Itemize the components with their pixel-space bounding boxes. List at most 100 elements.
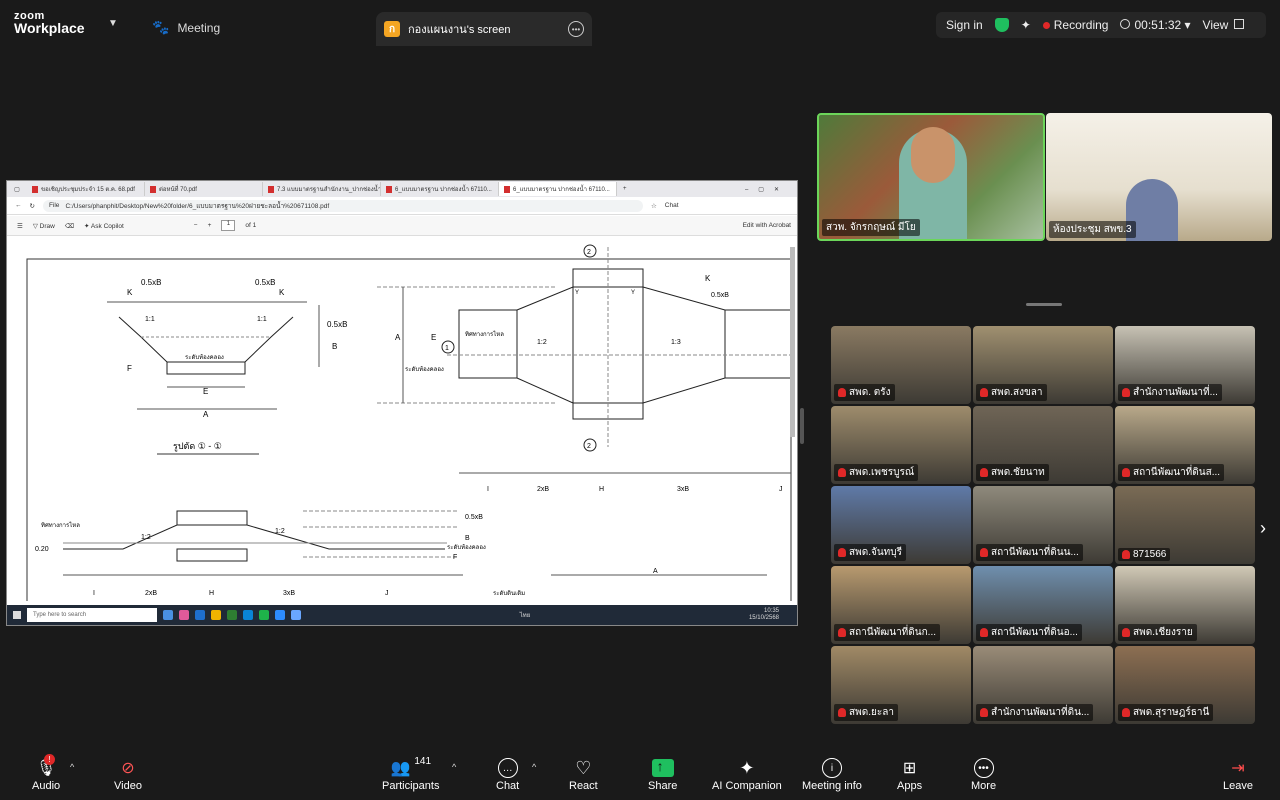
browser-tab-active[interactable]: 6_แบบมาตรฐาน ปากช่องน้ำ 67110...: [499, 182, 617, 196]
meeting-timer[interactable]: 00:51:32 ▾: [1120, 18, 1191, 32]
video-tile-participant[interactable]: สถานีพัฒนาที่ดินส...: [1115, 406, 1255, 484]
audio-button[interactable]: 🎙! Audio: [32, 754, 60, 798]
recording-indicator[interactable]: Recording: [1042, 18, 1109, 32]
line-icon[interactable]: [259, 610, 269, 620]
more-button[interactable]: ••• More: [971, 756, 996, 798]
participant-name: สวพ. จักรกฤษณ์ มีโย: [822, 219, 920, 236]
pdf-document-view[interactable]: 0.5xB 0.5xB K K 1:1 1:1 0.5xB B ระดับท้อ…: [7, 237, 797, 610]
participant-name-text: สำนักงานพัฒนาที่...: [1133, 387, 1218, 398]
page-input[interactable]: 1: [221, 220, 236, 231]
tab-label: 6_แบบมาตรฐาน ปากช่องน้ำ 67110...: [513, 187, 610, 193]
language-indicator[interactable]: ไทย: [520, 610, 531, 620]
pdf-icon: [504, 185, 510, 193]
participant-name-text: สพด.ยะลา: [849, 707, 894, 718]
outlook-icon[interactable]: [195, 610, 205, 620]
video-tile-participant[interactable]: สถานีพัฒนาที่ดินน...: [973, 486, 1113, 564]
zoom-in-icon[interactable]: +: [208, 222, 212, 229]
browser-tab[interactable]: ต่อหน้ที่ 70.pdf: [145, 182, 263, 196]
share-button[interactable]: Share: [648, 756, 677, 798]
zoom-out-icon[interactable]: −: [194, 222, 198, 229]
recording-label: Recording: [1053, 18, 1109, 32]
chevron-down-icon[interactable]: ▼: [108, 18, 118, 29]
window-controls[interactable]: –▢✕: [745, 186, 797, 193]
video-tile-participant[interactable]: สพด.ชัยนาท: [973, 406, 1113, 484]
copilot-icon[interactable]: [179, 610, 189, 620]
participants-options-chevron-icon[interactable]: ^: [452, 762, 456, 772]
back-icon[interactable]: ←: [15, 202, 22, 209]
video-tile-participant[interactable]: สพด.สุราษฎร์ธานี: [1115, 646, 1255, 724]
apps-button[interactable]: ⊞ Apps: [897, 756, 922, 798]
participants-button[interactable]: 👥 141 Participants: [382, 756, 439, 798]
next-page-chevron-icon[interactable]: ›: [1260, 518, 1266, 539]
video-tile-participant[interactable]: สพด.เพชรบูรณ์: [831, 406, 971, 484]
video-tile-participant[interactable]: สพด.จันทบุรี: [831, 486, 971, 564]
video-tile-participant[interactable]: สพด. ตรัง: [831, 326, 971, 404]
taskbar-search-input[interactable]: Type here to search: [27, 608, 157, 622]
edge-icon[interactable]: [243, 610, 253, 620]
muted-mic-icon: [980, 708, 988, 717]
resize-handle[interactable]: [800, 408, 804, 444]
leave-button[interactable]: ⇥ Leave: [1223, 756, 1253, 798]
tab-actions-icon[interactable]: ▢: [7, 186, 27, 193]
plan-label-e: E: [431, 333, 436, 342]
video-tile-participant[interactable]: สำนักงานพัฒนาที่...: [1115, 326, 1255, 404]
refresh-icon[interactable]: ↻: [30, 202, 35, 210]
video-button[interactable]: ⊘ Video: [114, 756, 142, 798]
explorer-icon[interactable]: [211, 610, 221, 620]
long-b: B: [465, 535, 470, 542]
browser-tab[interactable]: 7.3 แบบมาตรฐานสำนักงาน_ปากช่องน้ำ 67110.…: [263, 182, 381, 196]
label-k-2: K: [279, 288, 285, 297]
long-canal-bed: ระดับท้องคลอง: [447, 544, 486, 551]
sparkle-icon[interactable]: ✦: [1021, 18, 1031, 32]
ai-companion-button[interactable]: ✦ AI Companion: [712, 756, 782, 798]
windows-start-icon[interactable]: [13, 611, 21, 619]
sharer-avatar: ก: [384, 21, 400, 37]
eraser-icon[interactable]: ⌫: [65, 222, 74, 230]
more-options-icon[interactable]: •••: [568, 21, 584, 37]
sign-in-button[interactable]: Sign in: [946, 18, 983, 32]
video-tile-participant[interactable]: สพด.ยะลา: [831, 646, 971, 724]
draw-tool[interactable]: ▽ Draw: [33, 222, 55, 230]
zoom-app-icon[interactable]: [275, 610, 285, 620]
photos-icon[interactable]: [291, 610, 301, 620]
video-tile-participant[interactable]: 871566: [1115, 486, 1255, 564]
logo-line2: Workplace: [14, 20, 85, 36]
list-icon[interactable]: ☰: [17, 222, 23, 230]
taskview-icon[interactable]: [163, 610, 173, 620]
chat-options-chevron-icon[interactable]: ^: [532, 762, 536, 772]
gallery-separator[interactable]: [1026, 303, 1062, 306]
video-tile-participant[interactable]: สพด.สงขลา: [973, 326, 1113, 404]
meeting-tab[interactable]: 🐾 Meeting: [152, 19, 220, 36]
video-tile-participant[interactable]: สพด.เชียงราย: [1115, 566, 1255, 644]
excel-icon[interactable]: [227, 610, 237, 620]
video-tile-speaker[interactable]: สวพ. จักรกฤษณ์ มีโย: [817, 113, 1045, 241]
view-button[interactable]: View: [1203, 18, 1245, 32]
video-tile-participant[interactable]: สำนักงานพัฒนาที่ดิน...: [973, 646, 1113, 724]
participant-name-text: สำนักงานพัฒนาที่ดิน...: [991, 707, 1090, 718]
copilot-button[interactable]: ✦ Ask Copilot: [84, 222, 124, 230]
taskbar-clock[interactable]: 10:35 15/10/2568: [749, 608, 779, 622]
browser-tab[interactable]: 6_แบบมาตรฐาน ปากช่องน้ำ 67110...: [381, 182, 499, 196]
browser-tab[interactable]: ขอเชิญประชุมประจำ 15 ต.ค. 68.pdf: [27, 182, 145, 196]
tab-label: 6_แบบมาตรฐาน ปากช่องน้ำ 67110...: [395, 187, 492, 193]
security-shield-icon[interactable]: [994, 18, 1009, 32]
star-icon[interactable]: ☆: [651, 202, 657, 210]
chat-button[interactable]: Chat: [665, 202, 679, 209]
video-tile-participant[interactable]: สถานีพัฒนาที่ดินอ...: [973, 566, 1113, 644]
react-button[interactable]: ♡ React: [569, 756, 598, 798]
more-label: More: [971, 780, 997, 792]
zoom-logo[interactable]: zoom Workplace: [14, 10, 85, 36]
meeting-info-button[interactable]: i Meeting info: [802, 756, 862, 798]
audio-options-chevron-icon[interactable]: ^: [70, 762, 74, 772]
participants-label: Participants: [382, 780, 440, 792]
shared-screen-tab[interactable]: ก กองแผนงาน's screen •••: [376, 12, 592, 46]
video-tile-speaker-2[interactable]: ห้องประชุม สพข.3: [1046, 113, 1272, 241]
participant-name: สพด. ตรัง: [834, 384, 895, 401]
new-tab-icon[interactable]: +: [617, 186, 633, 192]
chat-button[interactable]: … Chat: [496, 756, 519, 798]
video-tile-participant[interactable]: สถานีพัฒนาที่ดินก...: [831, 566, 971, 644]
participant-name-text: สพด. ตรัง: [849, 387, 891, 398]
address-value: C:/Users/phanphit/Desktop/New%20folder/6…: [65, 202, 330, 210]
address-input[interactable]: File C:/Users/phanphit/Desktop/New%20fol…: [42, 199, 643, 212]
edit-acrobat-button[interactable]: Edit with Acrobat: [743, 222, 791, 229]
